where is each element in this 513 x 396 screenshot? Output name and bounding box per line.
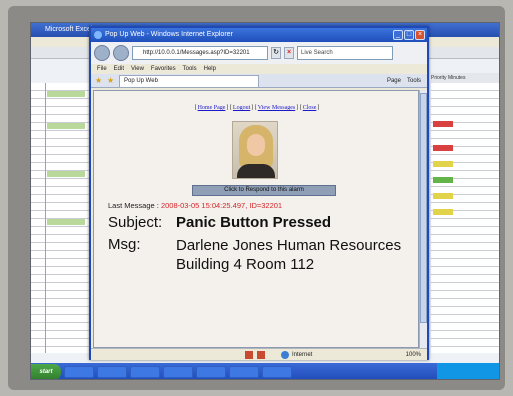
close-button[interactable]: × [415, 30, 425, 40]
stop-button[interactable]: × [284, 47, 294, 59]
system-tray[interactable] [437, 363, 499, 379]
priority-cell [433, 193, 453, 199]
ie-icon [94, 31, 102, 39]
menu-view[interactable]: View [131, 64, 144, 74]
nav-links: [Home Page] [Logout] [View Messages] [Cl… [194, 105, 320, 111]
favorites-star-icon[interactable]: ★ [95, 76, 104, 85]
address-bar-row: http://10.0.0.1/Messages.asp?ID=32201 ↻ … [91, 42, 427, 64]
vertical-scrollbar[interactable] [419, 90, 427, 348]
priority-cell [433, 209, 453, 215]
highlight-cell [47, 171, 85, 177]
screen: Microsoft Excel Priority Minutes Pop Up … [30, 22, 500, 380]
respond-button[interactable]: Click to Respond to this alarm [192, 185, 336, 196]
highlight-cell [47, 91, 85, 97]
back-button[interactable] [94, 45, 110, 61]
column-header-priority: Priority [431, 75, 447, 81]
zoom-level[interactable]: 100% [406, 352, 427, 358]
maximize-button[interactable]: □ [404, 30, 414, 40]
link-home-page[interactable]: Home Page [198, 105, 226, 111]
refresh-button[interactable]: ↻ [271, 47, 281, 59]
taskbar-item[interactable] [229, 366, 259, 378]
taskbar-item[interactable] [163, 366, 193, 378]
taskbar: start [31, 363, 499, 379]
link-logout[interactable]: Logout [233, 105, 250, 111]
globe-icon [281, 350, 289, 359]
employee-photo [232, 121, 278, 179]
subject-value: Panic Button Pressed [176, 214, 332, 231]
menu-help[interactable]: Help [204, 64, 216, 74]
priority-cell [433, 145, 453, 151]
subject-label: Subject: [108, 214, 163, 231]
search-input[interactable]: Live Search [297, 46, 393, 60]
priority-cell [433, 177, 453, 183]
tools-menu[interactable]: Tools [407, 78, 421, 84]
highlight-cell [47, 123, 85, 129]
menu-file[interactable]: File [97, 64, 107, 74]
browser-title-bar[interactable]: Pop Up Web - Windows Internet Explorer _… [91, 28, 427, 42]
last-message-label: Last Message : [108, 201, 159, 210]
priority-cell [433, 121, 453, 127]
forward-button[interactable] [113, 45, 129, 61]
menu-bar: File Edit View Favorites Tools Help [91, 64, 427, 74]
page-menu[interactable]: Page [387, 78, 401, 84]
menu-tools[interactable]: Tools [183, 64, 197, 74]
start-button[interactable]: start [31, 364, 61, 379]
status-bar: Internet 100% [91, 348, 427, 360]
last-message-line: Last Message : 2008-03-05 15:04:25.497, … [108, 201, 282, 210]
page-content: [Home Page] [Logout] [View Messages] [Cl… [93, 90, 419, 348]
security-lock-icon [245, 350, 253, 359]
browser-title: Pop Up Web - Windows Internet Explorer [105, 31, 233, 38]
tab-bar: ★ ★ Pop Up Web Page Tools [91, 74, 427, 88]
zone-label: Internet [292, 351, 313, 358]
highlight-cell [47, 219, 85, 225]
menu-edit[interactable]: Edit [114, 64, 124, 74]
taskbar-item[interactable] [262, 366, 292, 378]
taskbar-item[interactable] [130, 366, 160, 378]
minimize-button[interactable]: _ [393, 30, 403, 40]
protected-mode-icon [257, 350, 265, 359]
taskbar-item[interactable] [97, 366, 127, 378]
column-header-minutes: Minutes [447, 75, 466, 81]
last-message-stamp: 2008-03-05 15:04:25.497, ID=32201 [160, 201, 283, 210]
address-input[interactable]: http://10.0.0.1/Messages.asp?ID=32201 [132, 46, 268, 60]
tab-pop-up-web[interactable]: Pop Up Web [119, 74, 259, 87]
browser-popup-window[interactable]: Pop Up Web - Windows Internet Explorer _… [89, 26, 429, 360]
add-favorite-icon[interactable]: ★ [107, 76, 116, 85]
taskbar-item[interactable] [64, 366, 94, 378]
taskbar-item[interactable] [196, 366, 226, 378]
link-close[interactable]: Close [303, 105, 317, 111]
menu-favorites[interactable]: Favorites [151, 64, 176, 74]
msg-label: Msg: [108, 236, 141, 253]
priority-cell [433, 161, 453, 167]
msg-value: Darlene Jones Human Resources Building 4… [176, 237, 402, 273]
spreadsheet-column-headers: Priority Minutes [431, 73, 499, 83]
link-view-messages[interactable]: View Messages [258, 105, 295, 111]
